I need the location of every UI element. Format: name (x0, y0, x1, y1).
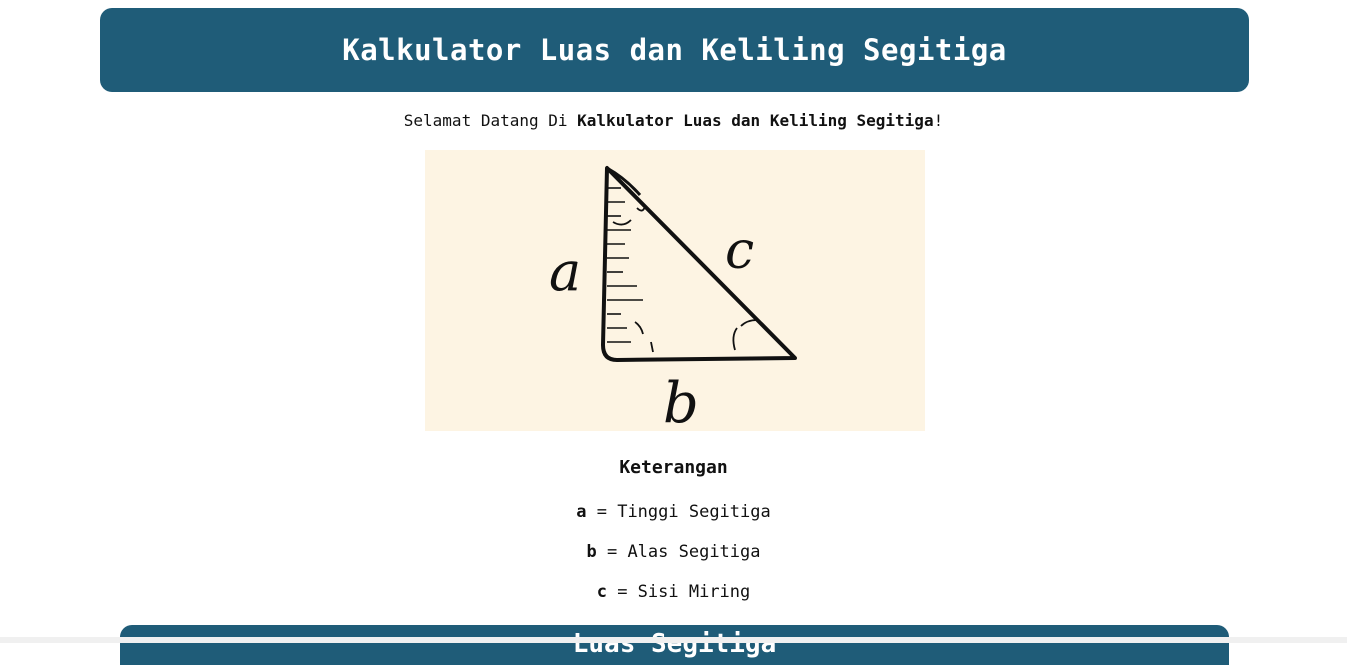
page-header: Kalkulator Luas dan Keliling Segitiga (100, 8, 1249, 92)
luas-section-header: Luas Segitiga (120, 625, 1229, 665)
label-a: a (549, 240, 581, 303)
keterangan-desc: = Alas Segitiga (596, 542, 761, 562)
label-b: b (663, 371, 699, 431)
label-c: c (725, 221, 754, 281)
keterangan-item-b: b = Alas Segitiga (0, 542, 1347, 562)
page-title: Kalkulator Luas dan Keliling Segitiga (342, 33, 1007, 67)
triangle-drawing: a c b (549, 166, 797, 431)
welcome-prefix: Selamat Datang Di (403, 111, 578, 130)
keterangan-title: Keterangan (619, 457, 728, 478)
keterangan-desc: = Sisi Miring (606, 582, 751, 602)
keterangan-key: c (596, 582, 607, 602)
keterangan-key: a (576, 502, 587, 522)
welcome-suffix: ! (933, 111, 944, 130)
keterangan-key: b (586, 542, 597, 562)
ruler-ticks (607, 187, 643, 343)
welcome-app-name: Kalkulator Luas dan Keliling Segitiga (577, 111, 934, 130)
horizontal-scrollbar[interactable] (0, 637, 1347, 643)
triangle-outline (601, 166, 797, 362)
keterangan-item-a: a = Tinggi Segitiga (0, 502, 1347, 522)
keterangan-item-c: c = Sisi Miring (0, 582, 1347, 602)
triangle-edge-accent (606, 166, 642, 196)
keterangan-desc: = Tinggi Segitiga (586, 502, 771, 522)
welcome-text: Selamat Datang Di Kalkulator Luas dan Ke… (0, 110, 1347, 132)
luas-section-title: Luas Segitiga (572, 629, 777, 659)
triangle-illustration: a c b (425, 150, 925, 431)
